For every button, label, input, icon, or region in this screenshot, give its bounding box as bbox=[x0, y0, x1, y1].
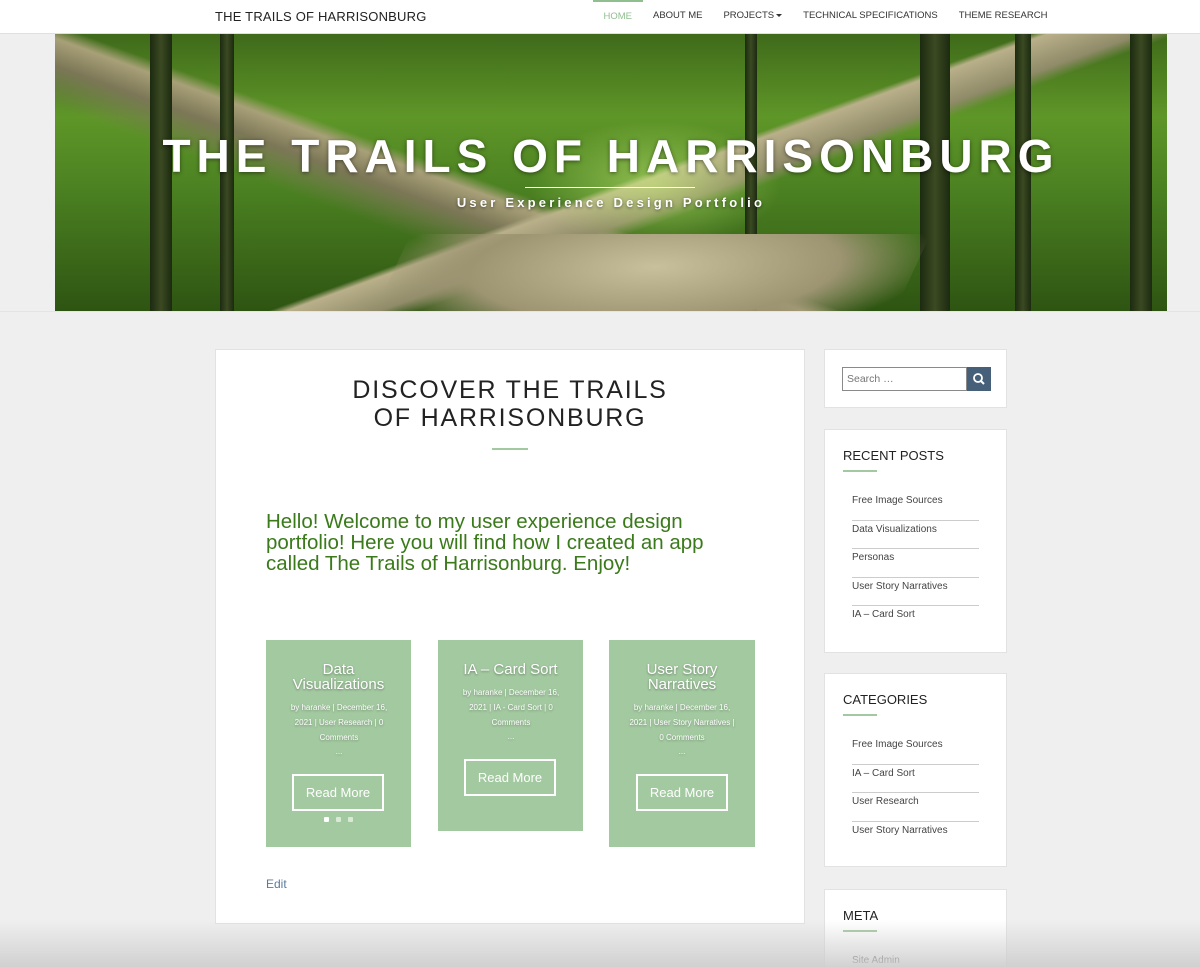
nav-item-projects[interactable]: PROJECTS bbox=[713, 0, 793, 34]
search-widget bbox=[824, 349, 1007, 408]
post-card[interactable]: User Story Narratives by haranke | Decem… bbox=[609, 640, 755, 847]
card-title[interactable]: User Story Narratives bbox=[609, 662, 755, 692]
categories-widget: CATEGORIES Free Image Sources IA – Card … bbox=[824, 673, 1007, 867]
card-title[interactable]: IA – Card Sort bbox=[438, 662, 583, 677]
welcome-text: Hello! Welcome to my user experience des… bbox=[266, 510, 704, 575]
meta-list: Site Admin bbox=[852, 952, 979, 967]
page-title-text: DISCOVER THE TRAILS OF HARRISONBURG bbox=[352, 376, 668, 432]
card-ellipsis: ... bbox=[335, 747, 343, 756]
carousel-dot[interactable] bbox=[336, 817, 341, 822]
category-link[interactable]: Free Image Sources bbox=[852, 736, 979, 765]
recent-posts-widget: RECENT POSTS Free Image Sources Data Vis… bbox=[824, 429, 1007, 653]
card-meta: by haranke | December 16, 2021 | IA - Ca… bbox=[462, 688, 560, 727]
widget-title-underline bbox=[843, 714, 877, 716]
site-brand-link[interactable]: THE TRAILS OF HARRISONBURG bbox=[215, 9, 427, 24]
meta-widget: META Site Admin bbox=[824, 889, 1007, 967]
recent-post-link[interactable]: IA – Card Sort bbox=[852, 606, 979, 635]
category-link[interactable]: User Research bbox=[852, 793, 979, 822]
widget-title-underline bbox=[843, 930, 877, 932]
search-icon bbox=[973, 373, 985, 385]
carousel-dots bbox=[324, 817, 353, 822]
title-divider bbox=[492, 448, 528, 450]
search-button[interactable] bbox=[967, 367, 991, 391]
edit-link[interactable]: Edit bbox=[266, 877, 287, 891]
post-card[interactable]: Data Visualizations by haranke | Decembe… bbox=[266, 640, 411, 847]
card-title[interactable]: Data Visualizations bbox=[266, 662, 411, 692]
widget-title: META bbox=[843, 908, 879, 923]
trail-road bbox=[359, 234, 931, 311]
category-link[interactable]: IA – Card Sort bbox=[852, 765, 979, 793]
carousel-dot[interactable] bbox=[348, 817, 353, 822]
hero-banner: THE TRAILS OF HARRISONBURG User Experien… bbox=[55, 34, 1167, 311]
bottom-shadow bbox=[0, 920, 1200, 967]
card-meta: by haranke | December 16, 2021 | User St… bbox=[629, 703, 735, 742]
nav-item-technical-specifications[interactable]: TECHNICAL SPECIFICATIONS bbox=[793, 0, 949, 34]
card-ellipsis: ... bbox=[507, 732, 515, 741]
read-more-button[interactable]: Read More bbox=[292, 774, 384, 811]
categories-list: Free Image Sources IA – Card Sort User R… bbox=[852, 736, 979, 850]
read-more-button[interactable]: Read More bbox=[464, 759, 556, 796]
widget-title: RECENT POSTS bbox=[843, 448, 944, 463]
read-more-button[interactable]: Read More bbox=[636, 774, 728, 811]
nav-item-home[interactable]: HOME bbox=[593, 0, 643, 34]
widget-title-underline bbox=[843, 470, 877, 472]
widget-title: CATEGORIES bbox=[843, 692, 928, 707]
recent-posts-list: Free Image Sources Data Visualizations P… bbox=[852, 492, 979, 635]
recent-post-link[interactable]: Personas bbox=[852, 549, 979, 578]
hero-divider bbox=[525, 187, 695, 188]
nav-item-projects-label: PROJECTS bbox=[723, 10, 775, 21]
post-card[interactable]: IA – Card Sort by haranke | December 16,… bbox=[438, 640, 583, 831]
hero-title: THE TRAILS OF HARRISONBURG bbox=[162, 130, 1060, 182]
hero-bottom-border bbox=[0, 311, 1200, 312]
recent-post-link[interactable]: Data Visualizations bbox=[852, 521, 979, 549]
recent-post-link[interactable]: Free Image Sources bbox=[852, 492, 979, 521]
search-input[interactable] bbox=[842, 367, 967, 391]
nav-menu: HOME ABOUT ME PROJECTS TECHNICAL SPECIFI… bbox=[593, 0, 1058, 34]
nav-item-about-me[interactable]: ABOUT ME bbox=[643, 0, 713, 34]
top-navigation: THE TRAILS OF HARRISONBURG HOME ABOUT ME… bbox=[0, 0, 1200, 34]
carousel-dot[interactable] bbox=[324, 817, 329, 822]
card-meta: by haranke | December 16, 2021 | User Re… bbox=[290, 703, 388, 742]
page-title: DISCOVER THE TRAILS OF HARRISONBURG bbox=[216, 376, 804, 432]
main-content: DISCOVER THE TRAILS OF HARRISONBURG Hell… bbox=[215, 349, 805, 924]
hero-subtitle: User Experience Design Portfolio bbox=[456, 195, 766, 210]
category-link[interactable]: User Story Narratives bbox=[852, 822, 979, 851]
caret-down-icon bbox=[776, 13, 783, 17]
recent-post-link[interactable]: User Story Narratives bbox=[852, 578, 979, 606]
card-ellipsis: ... bbox=[678, 747, 686, 756]
nav-item-theme-research[interactable]: THEME RESEARCH bbox=[948, 0, 1058, 34]
site-admin-link[interactable]: Site Admin bbox=[852, 952, 979, 967]
